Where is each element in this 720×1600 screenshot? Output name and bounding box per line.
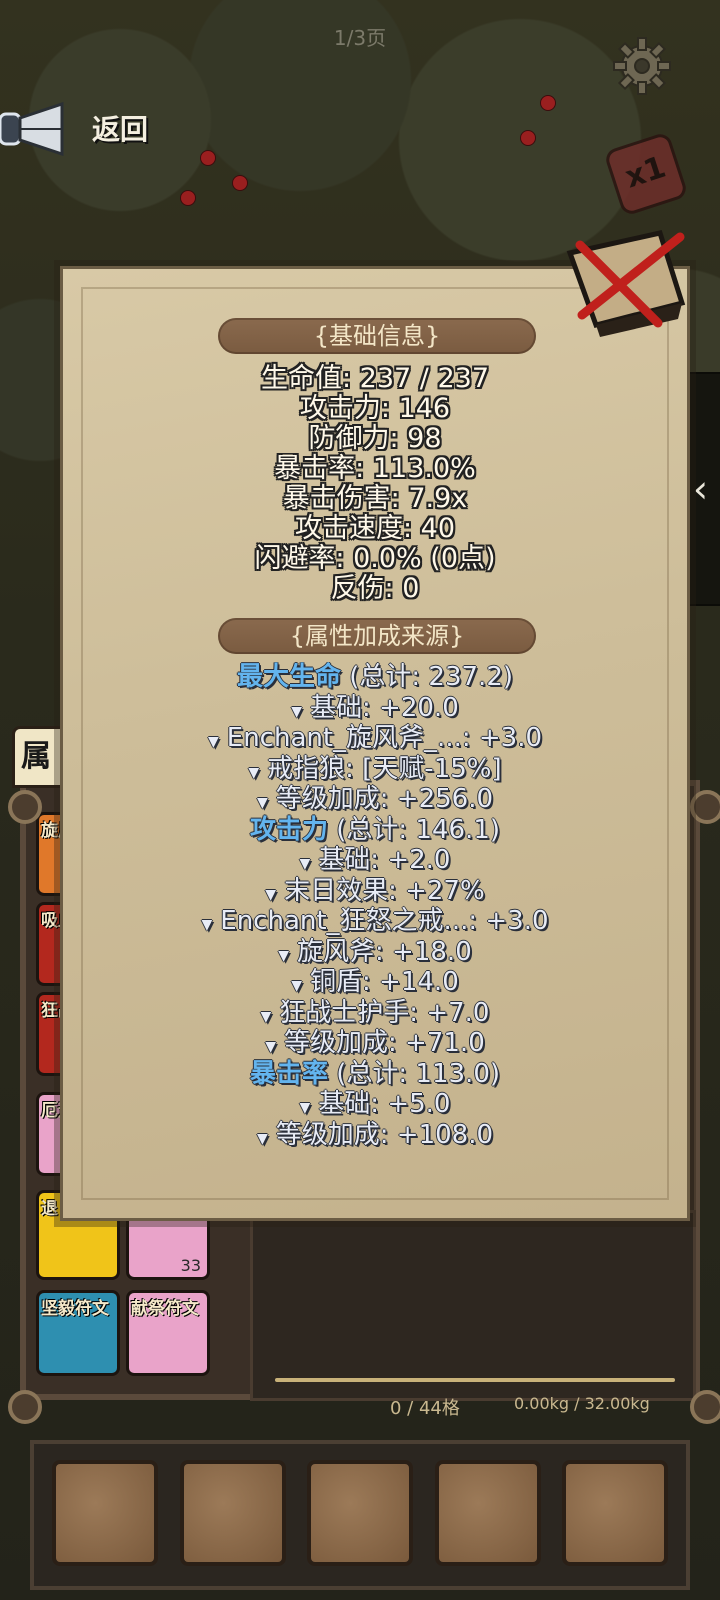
berry-decoration	[540, 95, 556, 111]
capacity-divider	[275, 1378, 675, 1382]
stat-line: 反伤: 0	[330, 573, 420, 604]
back-label: 返回	[92, 113, 149, 146]
stat-line: 攻击速度: 40	[294, 513, 456, 544]
stat-line: 闪避率: 0.0% (0点)	[254, 543, 496, 574]
item-tile[interactable]: 坚毅符文	[36, 1290, 120, 1376]
megaphone-icon	[0, 101, 64, 156]
berry-decoration	[520, 130, 536, 146]
bonus-item: ▼ 基础: +2.0	[299, 845, 451, 875]
weight-text: 0.00kg / 32.00kg	[514, 1394, 650, 1413]
back-button[interactable]: 返回	[0, 100, 148, 156]
berry-decoration	[200, 150, 216, 166]
item-tile[interactable]: 献祭符文	[126, 1290, 210, 1376]
bonus-item: ▼ 末日效果: +27%	[265, 875, 485, 906]
section-header-bonus-sources: {属性加成来源}	[218, 618, 536, 654]
rope-knot	[8, 790, 42, 824]
bonus-item: ▼ 铜盾: +14.0	[291, 967, 459, 997]
stat-line: 暴击率: 113.0%	[274, 453, 476, 484]
stat-line: 攻击力: 146	[299, 393, 451, 424]
bonus-item: ▼ 等级加成: +256.0	[256, 784, 494, 814]
berry-decoration	[232, 175, 248, 191]
bonus-group-header: 最大生命 (总计: 237.2)	[236, 662, 514, 692]
bonus-item: ▼ 等级加成: +108.0	[256, 1119, 494, 1149]
berry-decoration	[180, 190, 196, 206]
rope-knot	[690, 790, 720, 824]
bonus-item: ▼ 狂战士护手: +7.0	[260, 997, 490, 1028]
capacity-text: 0 / 44格	[390, 1398, 460, 1419]
rope-knot	[690, 1390, 720, 1424]
bonus-item: ▼ 基础: +5.0	[299, 1089, 451, 1119]
bonus-item: ▼ Enchant_狂怒之戒...: +3.0	[201, 906, 549, 936]
bonus-item: ▼ 等级加成: +71.0	[265, 1028, 485, 1058]
rope-knot	[8, 1390, 42, 1424]
equipment-slot[interactable]	[434, 1460, 541, 1566]
chevron-left-icon: ‹	[692, 467, 709, 511]
equipment-slot-bar	[30, 1440, 690, 1590]
bonus-group-header: 攻击力 (总计: 146.1)	[249, 814, 501, 845]
bonus-item: ▼ 戒指狼: [天赋-15%]	[248, 753, 502, 784]
bonus-sources-list[interactable]: 最大生命 (总计: 237.2) ▼ 基础: +20.0 ▼ Enchant_旋风斧…	[60, 662, 690, 1148]
section-header-base-info: {基础信息}	[218, 318, 536, 354]
equipment-slot[interactable]	[562, 1460, 668, 1566]
close-button[interactable]	[562, 225, 688, 340]
equipment-slot[interactable]	[179, 1460, 286, 1566]
inventory-bag-area	[250, 1210, 696, 1401]
equipment-slot[interactable]	[52, 1460, 158, 1566]
gear-icon[interactable]	[612, 36, 672, 96]
bonus-group-header: 暴击率 (总计: 113.0)	[249, 1058, 501, 1089]
bonus-item: ▼ 基础: +20.0	[291, 692, 459, 723]
stat-line: 暴击伤害: 7.9x	[282, 483, 468, 514]
base-stats-list: 生命值: 237 / 237 攻击力: 146 防御力: 98 暴击率: 113…	[60, 364, 690, 604]
bonus-item: ▼ 旋风斧: +18.0	[278, 936, 472, 967]
stat-line: 防御力: 98	[308, 423, 442, 454]
bonus-item: ▼ Enchant_旋风斧_...: +3.0	[207, 723, 543, 753]
stat-line: 生命值: 237 / 237	[260, 363, 489, 394]
equipment-slot[interactable]	[307, 1460, 413, 1566]
